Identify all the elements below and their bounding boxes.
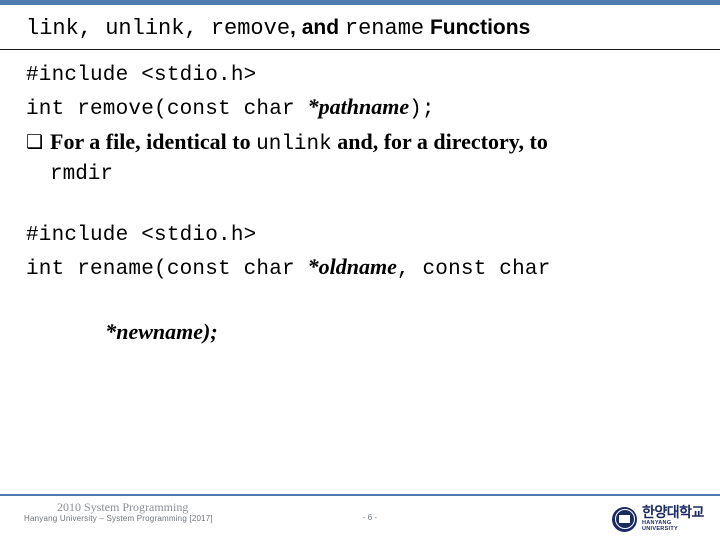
title-functions-mono-2: rename [344,16,425,41]
footer-course-title: 2010 System Programming [57,500,189,514]
hanyang-university-logo: 한양대학교 HANYANG UNIVERSITY [612,505,708,533]
code-rename-signature: int rename(const char *oldname, const ch… [26,251,698,285]
title-divider [0,49,720,50]
slide-title: link, unlink, remove, and rename Functio… [26,13,696,45]
code-include-2: #include <stdio.h> [26,224,257,247]
code-rename-close: ); [203,319,218,344]
bullet-inline-code-rmdir: rmdir [50,163,114,186]
code-include-1: #include <stdio.h> [26,64,257,87]
title-suffix: Functions [424,16,531,39]
emblem-inner-mark [619,515,630,523]
code-rename-mid: , const char [396,258,551,281]
logo-english-name: HANYANG UNIVERSITY [642,520,679,532]
square-bullet-icon: ❑ [26,131,44,153]
bullet-item-remove: ❑ For a file, identical to unlink and, f… [26,127,698,160]
top-accent-bar [0,0,720,5]
university-emblem-icon [612,506,637,532]
code-remove-prefix: int remove(const char [26,98,308,121]
code-remove-signature: int remove(const char *pathname); [26,91,698,125]
title-connector: , and [290,16,345,39]
bullet-text-pre: For a file, identical to [50,129,257,154]
title-functions-mono-1: link, unlink, remove [26,16,291,41]
footer-subtitle: Hanyang University – System Programming … [24,514,213,523]
logo-text-group: 한양대학교 HANYANG UNIVERSITY [637,506,708,532]
slide-body: #include <stdio.h> int remove(const char… [26,60,698,381]
bullet-item-remove-text: For a file, identical to unlink and, for… [50,127,698,160]
footer-divider [0,494,720,496]
slide-page-number: - 6 - [362,513,378,522]
bullet-inline-code-unlink: unlink [256,133,332,156]
code-rename-prefix: int rename(const char [26,258,308,281]
bullet-text-mid: and, for a directory, to [331,129,548,154]
logo-korean-name: 한양대학교 [642,505,704,521]
code-remove-param: *pathname [307,94,410,119]
code-remove-suffix: ); [409,98,435,121]
code-rename-signature-cont: *newname); [54,285,698,381]
code-rename-param-new: *newname [105,319,204,344]
code-rename-param-old: *oldname [307,254,397,279]
